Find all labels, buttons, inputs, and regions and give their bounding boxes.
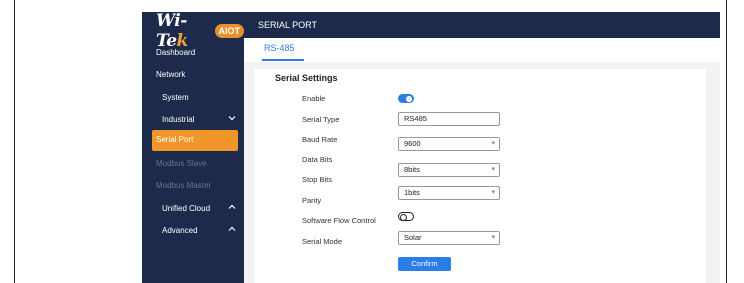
sidebar-item-system[interactable]: System xyxy=(142,88,244,108)
toggle-knob xyxy=(400,214,407,221)
header-bar: SERIAL PORT xyxy=(244,12,720,38)
serial-type-field[interactable]: RS485 xyxy=(398,112,500,126)
serial-mode-select[interactable]: Solar ▾ xyxy=(398,231,500,245)
parity-label: Parity xyxy=(302,196,322,205)
sidebar-item-serial-port[interactable]: Serial Port xyxy=(152,130,238,151)
sidebar-item-label: Network xyxy=(156,70,186,79)
chevron-down-icon: ▾ xyxy=(491,234,495,241)
sidebar-item-dashboard[interactable]: Dashboard xyxy=(142,43,244,63)
logo: Wi-Tek AIOT xyxy=(156,11,244,51)
sidebar-item-industrial[interactable]: Industrial xyxy=(142,110,244,130)
chevron-down-icon: ▾ xyxy=(491,140,495,147)
serial-type-label: Serial Type xyxy=(302,115,340,124)
enable-label: Enable xyxy=(302,94,326,103)
enable-toggle[interactable] xyxy=(398,94,414,103)
software-flow-control-toggle[interactable] xyxy=(398,212,414,221)
chevron-up-icon xyxy=(228,203,236,212)
frame-border-left xyxy=(14,0,15,283)
app-window: Wi-Tek AIOT Dashboard Network System Ind… xyxy=(142,11,720,283)
serial-mode-label: Serial Mode xyxy=(302,237,343,246)
frame-border-right xyxy=(726,0,727,283)
software-flow-control-label: Software Flow Control xyxy=(302,216,376,225)
sidebar-item-label: Unified Cloud xyxy=(162,204,211,213)
tab-rs-485[interactable]: RS-485 xyxy=(264,43,295,53)
main-content: RS-485 Serial Settings Enable Serial Typ… xyxy=(244,38,720,283)
data-bits-label: Data Bits xyxy=(302,155,333,164)
serial-settings-card: Serial Settings Enable Serial Type RS485… xyxy=(254,69,706,283)
section-title: Serial Settings xyxy=(275,73,338,83)
sidebar-item-label: Dashboard xyxy=(156,48,196,57)
sidebar-item-label: Industrial xyxy=(162,115,195,124)
sidebar-item-label: Modbus Master xyxy=(156,181,212,190)
parity-select[interactable]: 1bits ▾ xyxy=(398,186,500,200)
sidebar-item-unified-cloud[interactable]: Unified Cloud xyxy=(142,199,244,219)
sidebar-item-advanced[interactable]: Advanced xyxy=(142,221,244,241)
tab-active-indicator xyxy=(262,59,304,61)
logo-badge: AIOT xyxy=(214,24,244,38)
sidebar-item-label: System xyxy=(162,93,189,102)
chevron-down-icon: ▾ xyxy=(491,166,495,173)
stop-bits-label: Stop Bits xyxy=(302,175,333,184)
sidebar-item-modbus-master[interactable]: Modbus Master xyxy=(142,176,244,196)
sidebar-item-label: Advanced xyxy=(162,226,198,235)
confirm-button[interactable]: Confirm xyxy=(398,257,451,271)
baud-rate-select[interactable]: 9600 ▾ xyxy=(398,137,500,151)
sidebar-item-network[interactable]: Network xyxy=(142,65,244,85)
tab-bar: RS-485 xyxy=(244,38,720,62)
page-title: SERIAL PORT xyxy=(258,20,318,30)
toggle-knob xyxy=(406,95,412,102)
baud-rate-label: Baud Rate xyxy=(302,135,338,144)
data-bits-select[interactable]: 8bits ▾ xyxy=(398,163,500,177)
chevron-down-icon: ▾ xyxy=(491,189,495,196)
chevron-down-icon xyxy=(228,114,236,123)
sidebar: Wi-Tek AIOT Dashboard Network System Ind… xyxy=(142,11,244,283)
sidebar-item-modbus-slave[interactable]: Modbus Slave xyxy=(142,154,244,174)
chevron-up-icon xyxy=(228,225,236,234)
sidebar-item-label: Serial Port xyxy=(156,135,194,144)
sidebar-item-label: Modbus Slave xyxy=(156,159,207,168)
